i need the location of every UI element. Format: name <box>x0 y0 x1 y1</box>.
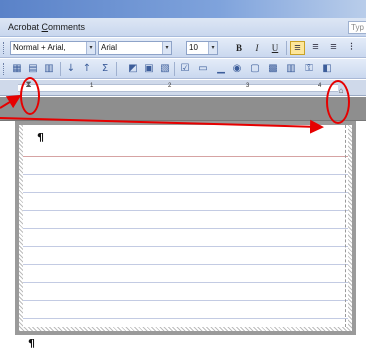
menu-acrobat-comments-prefix: Acrobat <box>8 22 42 32</box>
dropdown-field-button[interactable]: ▁ <box>214 62 228 76</box>
chart-button[interactable]: ◩ <box>126 62 140 76</box>
page-top-margin <box>0 97 366 121</box>
table-row <box>23 300 348 301</box>
text-field-icon: ▭ <box>198 63 208 74</box>
ask-question-box[interactable]: Typ <box>348 21 366 34</box>
table-body[interactable]: ¶ <box>23 125 348 327</box>
table-row <box>23 264 348 265</box>
menu-bar: Acrobat Comments Typ <box>0 18 366 37</box>
table-props-icon: ▧ <box>160 63 170 74</box>
reset-form-button[interactable]: ◧ <box>320 62 334 76</box>
insert-rows-button[interactable]: ▤ <box>26 62 40 76</box>
sort-ascending-button[interactable]: ↓ <box>64 62 78 76</box>
option-button[interactable]: ◉ <box>230 62 244 76</box>
italic-button[interactable]: I <box>250 41 264 55</box>
paragraph-mark-bottom: ¶ <box>28 337 35 350</box>
toolbar-separator-2 <box>60 62 61 76</box>
align-left-button[interactable]: ≡ <box>290 41 305 55</box>
autosum-icon: Σ <box>101 63 109 74</box>
paragraph-mark-top: ¶ <box>37 131 44 144</box>
word-window: Acrobat Comments Typ Normal + Arial, ▾ A… <box>0 0 366 353</box>
checkbox-field-button[interactable]: ☑ <box>178 62 192 76</box>
table-frame: ¶ <box>15 121 356 335</box>
annotation-circle-right <box>326 80 350 124</box>
shading-icon: ▩ <box>268 63 278 74</box>
dropdown-field-icon: ▁ <box>217 63 225 74</box>
option-icon: ◉ <box>232 63 242 74</box>
reset-form-icon: ◧ <box>322 63 332 74</box>
frame-button[interactable]: ▢ <box>248 62 262 76</box>
toolbar-separator-4 <box>174 62 175 76</box>
ruler-number-2: 2 <box>168 83 172 89</box>
font-combo[interactable]: Arial ▾ <box>98 41 172 55</box>
text-field-button[interactable]: ▭ <box>196 62 210 76</box>
toolbar-grip-2[interactable] <box>3 63 6 75</box>
align-right-icon: ≡ <box>330 41 337 53</box>
style-combo[interactable]: Normal + Arial, ▾ <box>10 41 96 55</box>
insert-cols-icon: ▥ <box>44 63 54 74</box>
annotation-circle-left <box>20 77 40 115</box>
protect-form-button[interactable]: ⚿ <box>302 62 316 76</box>
checkbox-field-icon: ☑ <box>180 63 190 74</box>
ruler-number-3: 3 <box>246 83 250 89</box>
toolbar-separator <box>286 41 287 55</box>
document-area[interactable]: ¶ ¶ <box>0 97 366 353</box>
font-combo-arrow-icon[interactable]: ▾ <box>162 42 171 54</box>
horizontal-ruler[interactable]: 1 2 3 4 ⧗ ⌂ <box>0 80 366 96</box>
bullets-button[interactable]: ⁝ <box>344 41 359 55</box>
style-combo-arrow-icon[interactable]: ▾ <box>86 42 95 54</box>
sort-ascending-icon: ↓ <box>66 63 76 74</box>
table-row <box>23 228 348 229</box>
size-combo-arrow-icon[interactable]: ▾ <box>208 42 217 54</box>
insert-cols-button[interactable]: ▥ <box>42 62 56 76</box>
underline-button[interactable]: U <box>268 41 282 55</box>
ruler-number-1: 1 <box>90 83 94 89</box>
table-props-button[interactable]: ▧ <box>158 62 172 76</box>
align-center-button[interactable]: ≡ <box>308 41 323 55</box>
table-row <box>23 156 348 157</box>
form-field-props-icon: ▥ <box>286 63 296 74</box>
bold-button[interactable]: B <box>232 41 246 55</box>
insert-table-button[interactable]: ▦ <box>10 62 24 76</box>
autosum-button[interactable]: Σ <box>98 62 112 76</box>
ruler-strip: 1 2 3 4 <box>18 83 338 92</box>
font-combo-value: Arial <box>101 43 118 52</box>
insert-table-icon: ▦ <box>12 63 22 74</box>
align-right-button[interactable]: ≡ <box>326 41 341 55</box>
draw-table-button[interactable]: ▣ <box>142 62 156 76</box>
draw-table-icon: ▣ <box>144 63 154 74</box>
right-margin-guide <box>345 125 346 327</box>
size-combo[interactable]: 10 ▾ <box>186 41 218 55</box>
align-left-icon: ≡ <box>294 42 301 54</box>
shading-button[interactable]: ▩ <box>266 62 280 76</box>
menu-acrobat-comments-suffix: omments <box>48 22 86 32</box>
form-field-props-button[interactable]: ▥ <box>284 62 298 76</box>
table-row <box>23 282 348 283</box>
ruler-number-4: 4 <box>318 83 322 89</box>
align-center-icon: ≡ <box>312 41 319 53</box>
toolbar-grip[interactable] <box>3 42 6 54</box>
table-row <box>23 192 348 193</box>
menu-acrobat-comments[interactable]: Acrobat Comments <box>8 22 85 32</box>
table-row <box>23 318 348 319</box>
tables-toolbar: ▦ ▤ ▥ ↓ ↑ Σ ◩ ▣ ▧ ☑ ▭ ▁ ◉ ▢ ▩ ▥ ⚿ ◧ <box>0 59 366 79</box>
size-combo-value: 10 <box>189 43 198 52</box>
protect-form-icon: ⚿ <box>305 63 313 74</box>
table-row <box>23 210 348 211</box>
sort-descending-button[interactable]: ↑ <box>80 62 94 76</box>
style-combo-value: Normal + Arial, <box>13 43 66 52</box>
bullets-icon: ⁝ <box>349 41 354 53</box>
formatting-toolbar: Normal + Arial, ▾ Arial ▾ 10 ▾ B I U ≡ ≡… <box>0 38 366 58</box>
chart-icon: ◩ <box>128 63 138 74</box>
table-row <box>23 246 348 247</box>
insert-rows-icon: ▤ <box>28 63 38 74</box>
title-bar <box>0 0 366 18</box>
toolbar-separator-3 <box>116 62 117 76</box>
table-row <box>23 174 348 175</box>
frame-icon: ▢ <box>250 63 260 74</box>
sort-descending-icon: ↑ <box>82 63 92 74</box>
